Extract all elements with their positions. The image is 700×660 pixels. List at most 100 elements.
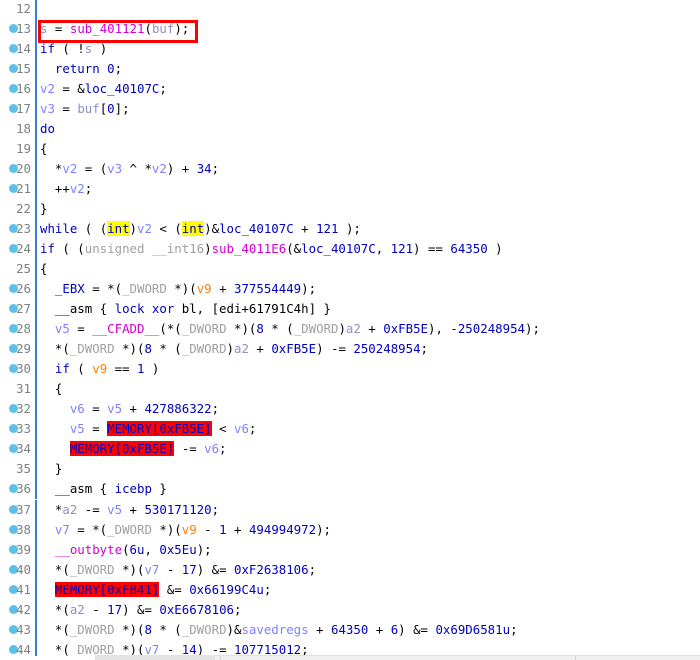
code-text[interactable]: v6 = v5 + 427886322; bbox=[40, 399, 219, 419]
code-line[interactable]: 27 __asm { lock xor bl, [edi+61791C4h] } bbox=[0, 299, 700, 320]
line-gutter[interactable]: 26 bbox=[0, 279, 36, 299]
code-line[interactable]: 39 __outbyte(6u, 0x5Eu); bbox=[0, 539, 700, 560]
code-text[interactable]: v7 = *(_DWORD *)(v9 - 1 + 494994972); bbox=[40, 520, 331, 540]
line-gutter[interactable]: 21 bbox=[0, 179, 36, 199]
code-text[interactable]: return 0; bbox=[40, 59, 122, 79]
code-line[interactable]: 14 if ( !s ) bbox=[0, 39, 700, 60]
code-text[interactable]: } bbox=[40, 459, 62, 479]
code-text[interactable]: while ( (int)v2 < (int)&loc_40107C + 121… bbox=[40, 219, 361, 239]
code-text[interactable]: v2 = &loc_40107C; bbox=[40, 79, 167, 99]
line-gutter[interactable]: 44 bbox=[0, 640, 36, 656]
code-line[interactable]: 20 *v2 = (v3 ^ *v2) + 34; bbox=[0, 159, 700, 180]
line-gutter[interactable]: 31 bbox=[0, 379, 36, 399]
code-line[interactable]: 17 v3 = buf[0]; bbox=[0, 99, 700, 120]
code-text[interactable]: { bbox=[40, 139, 47, 159]
line-gutter[interactable]: 32 bbox=[0, 399, 36, 419]
code-text[interactable]: if ( (unsigned __int16)sub_4011E6(&loc_4… bbox=[40, 239, 503, 259]
code-text[interactable]: v3 = buf[0]; bbox=[40, 99, 130, 119]
code-line[interactable]: 38 v7 = *(_DWORD *)(v9 - 1 + 494994972); bbox=[0, 519, 700, 540]
line-gutter[interactable]: 23 bbox=[0, 219, 36, 239]
line-gutter[interactable]: 14 bbox=[0, 39, 36, 59]
code-line[interactable]: 35 } bbox=[0, 459, 700, 480]
code-line[interactable]: 32 v6 = v5 + 427886322; bbox=[0, 399, 700, 420]
code-text[interactable]: MEMORY[0xFB41] &= 0x66199C4u; bbox=[40, 580, 271, 600]
line-gutter[interactable]: 39 bbox=[0, 540, 36, 560]
code-text[interactable]: if ( !s ) bbox=[40, 39, 107, 59]
line-gutter[interactable]: 25 bbox=[0, 259, 36, 279]
code-text[interactable]: v5 = __CFADD__(*(_DWORD *)(8 * (_DWORD)a… bbox=[40, 319, 540, 339]
line-gutter[interactable]: 41 bbox=[0, 580, 36, 600]
line-gutter[interactable]: 15 bbox=[0, 59, 36, 79]
code-text[interactable]: ++v2; bbox=[40, 179, 92, 199]
code-line[interactable]: 23 while ( (int)v2 < (int)&loc_40107C + 1… bbox=[0, 219, 700, 240]
code-text[interactable]: __asm { lock xor bl, [edi+61791C4h] } bbox=[40, 299, 331, 319]
code-text[interactable]: *(_DWORD *)(v7 - 14) -= 107715012; bbox=[40, 640, 309, 656]
code-line[interactable]: 26 _EBX = *(_DWORD *)(v9 + 377554449); bbox=[0, 279, 700, 300]
code-line[interactable]: 16 v2 = &loc_40107C; bbox=[0, 79, 700, 100]
code-line[interactable]: 44 *(_DWORD *)(v7 - 14) -= 107715012; bbox=[0, 639, 700, 656]
code-line[interactable]: 42 *(a2 - 17) &= 0xE6678106; bbox=[0, 599, 700, 620]
code-text[interactable]: *a2 -= v5 + 530171120; bbox=[40, 500, 219, 520]
code-text[interactable]: MEMORY[0xFB5E] -= v6; bbox=[40, 439, 227, 459]
line-gutter[interactable]: 36 bbox=[0, 479, 36, 499]
line-gutter[interactable]: 16 bbox=[0, 79, 36, 99]
code-pane[interactable]: 12 13 s = sub_401121(buf); 14 if ( !s ) 15 re… bbox=[0, 0, 700, 656]
code-line[interactable]: 43 *(_DWORD *)(8 * (_DWORD)&savedregs + … bbox=[0, 619, 700, 640]
code-line[interactable]: 33 v5 = MEMORY[0xFB5E] < v6; bbox=[0, 419, 700, 440]
code-text[interactable]: { bbox=[40, 379, 62, 399]
code-text[interactable]: } bbox=[40, 199, 47, 219]
line-gutter[interactable]: 30 bbox=[0, 359, 36, 379]
code-line[interactable]: 36 __asm { icebp } bbox=[0, 479, 700, 500]
line-gutter[interactable]: 18 bbox=[0, 119, 36, 139]
code-line[interactable]: 18 do bbox=[0, 119, 700, 140]
code-line[interactable]: 40 *(_DWORD *)(v7 - 17) &= 0xF2638106; bbox=[0, 559, 700, 580]
code-line[interactable]: 31 { bbox=[0, 379, 700, 400]
scrollbar-thumb[interactable] bbox=[95, 656, 215, 660]
code-line[interactable]: 15 return 0; bbox=[0, 59, 700, 80]
line-gutter[interactable]: 34 bbox=[0, 439, 36, 459]
scrollbar-track[interactable] bbox=[95, 655, 700, 660]
line-gutter[interactable]: 35 bbox=[0, 459, 36, 479]
code-text[interactable]: if ( v9 == 1 ) bbox=[40, 359, 159, 379]
code-line[interactable]: 22} bbox=[0, 199, 700, 220]
horizontal-scrollbar[interactable] bbox=[0, 655, 700, 660]
line-gutter[interactable]: 22 bbox=[0, 199, 36, 219]
code-text[interactable]: *(a2 - 17) &= 0xE6678106; bbox=[40, 600, 242, 620]
line-gutter[interactable]: 24 bbox=[0, 239, 36, 259]
line-gutter[interactable]: 29 bbox=[0, 339, 36, 359]
line-gutter[interactable]: 42 bbox=[0, 600, 36, 620]
code-text[interactable]: _EBX = *(_DWORD *)(v9 + 377554449); bbox=[40, 279, 316, 299]
line-gutter[interactable]: 12 bbox=[0, 0, 36, 19]
code-line[interactable]: 19 { bbox=[0, 139, 700, 160]
code-line[interactable]: 25 { bbox=[0, 259, 700, 280]
line-gutter[interactable]: 33 bbox=[0, 419, 36, 439]
line-gutter[interactable]: 19 bbox=[0, 139, 36, 159]
line-gutter[interactable]: 37 bbox=[0, 500, 36, 520]
code-text[interactable]: s = sub_401121(buf); bbox=[40, 19, 189, 39]
code-text[interactable]: *(_DWORD *)(v7 - 17) &= 0xF2638106; bbox=[40, 560, 316, 580]
code-text[interactable]: __asm { icebp } bbox=[40, 479, 167, 499]
code-text[interactable]: do bbox=[40, 119, 55, 139]
code-line[interactable]: 28 v5 = __CFADD__(*(_DWORD *)(8 * (_DWOR… bbox=[0, 319, 700, 340]
line-gutter[interactable]: 40 bbox=[0, 560, 36, 580]
line-gutter[interactable]: 20 bbox=[0, 159, 36, 179]
code-text[interactable]: v5 = MEMORY[0xFB5E] < v6; bbox=[40, 419, 256, 439]
code-text[interactable]: *v2 = (v3 ^ *v2) + 34; bbox=[40, 159, 219, 179]
code-line[interactable]: 12 bbox=[0, 0, 700, 20]
code-line[interactable]: 34 MEMORY[0xFB5E] -= v6; bbox=[0, 439, 700, 460]
line-gutter[interactable]: 38 bbox=[0, 520, 36, 540]
code-line[interactable]: 24 if ( (unsigned __int16)sub_4011E6(&loc… bbox=[0, 239, 700, 260]
code-line[interactable]: 29 *(_DWORD *)(8 * (_DWORD)a2 + 0xFB5E) … bbox=[0, 339, 700, 360]
code-text[interactable]: __outbyte(6u, 0x5Eu); bbox=[40, 540, 212, 560]
code-text[interactable]: { bbox=[40, 259, 47, 279]
line-gutter[interactable]: 43 bbox=[0, 620, 36, 640]
line-gutter[interactable]: 13 bbox=[0, 19, 36, 39]
code-line[interactable]: 41 MEMORY[0xFB41] &= 0x66199C4u; bbox=[0, 579, 700, 600]
line-gutter[interactable]: 17 bbox=[0, 99, 36, 119]
code-text[interactable]: *(_DWORD *)(8 * (_DWORD)&savedregs + 643… bbox=[40, 620, 518, 640]
line-gutter[interactable]: 28 bbox=[0, 319, 36, 339]
code-line[interactable]: 21 ++v2; bbox=[0, 179, 700, 200]
code-line[interactable]: 37 *a2 -= v5 + 530171120; bbox=[0, 499, 700, 520]
code-line[interactable]: 30 if ( v9 == 1 ) bbox=[0, 359, 700, 380]
code-text[interactable]: *(_DWORD *)(8 * (_DWORD)a2 + 0xFB5E) -= … bbox=[40, 339, 428, 359]
